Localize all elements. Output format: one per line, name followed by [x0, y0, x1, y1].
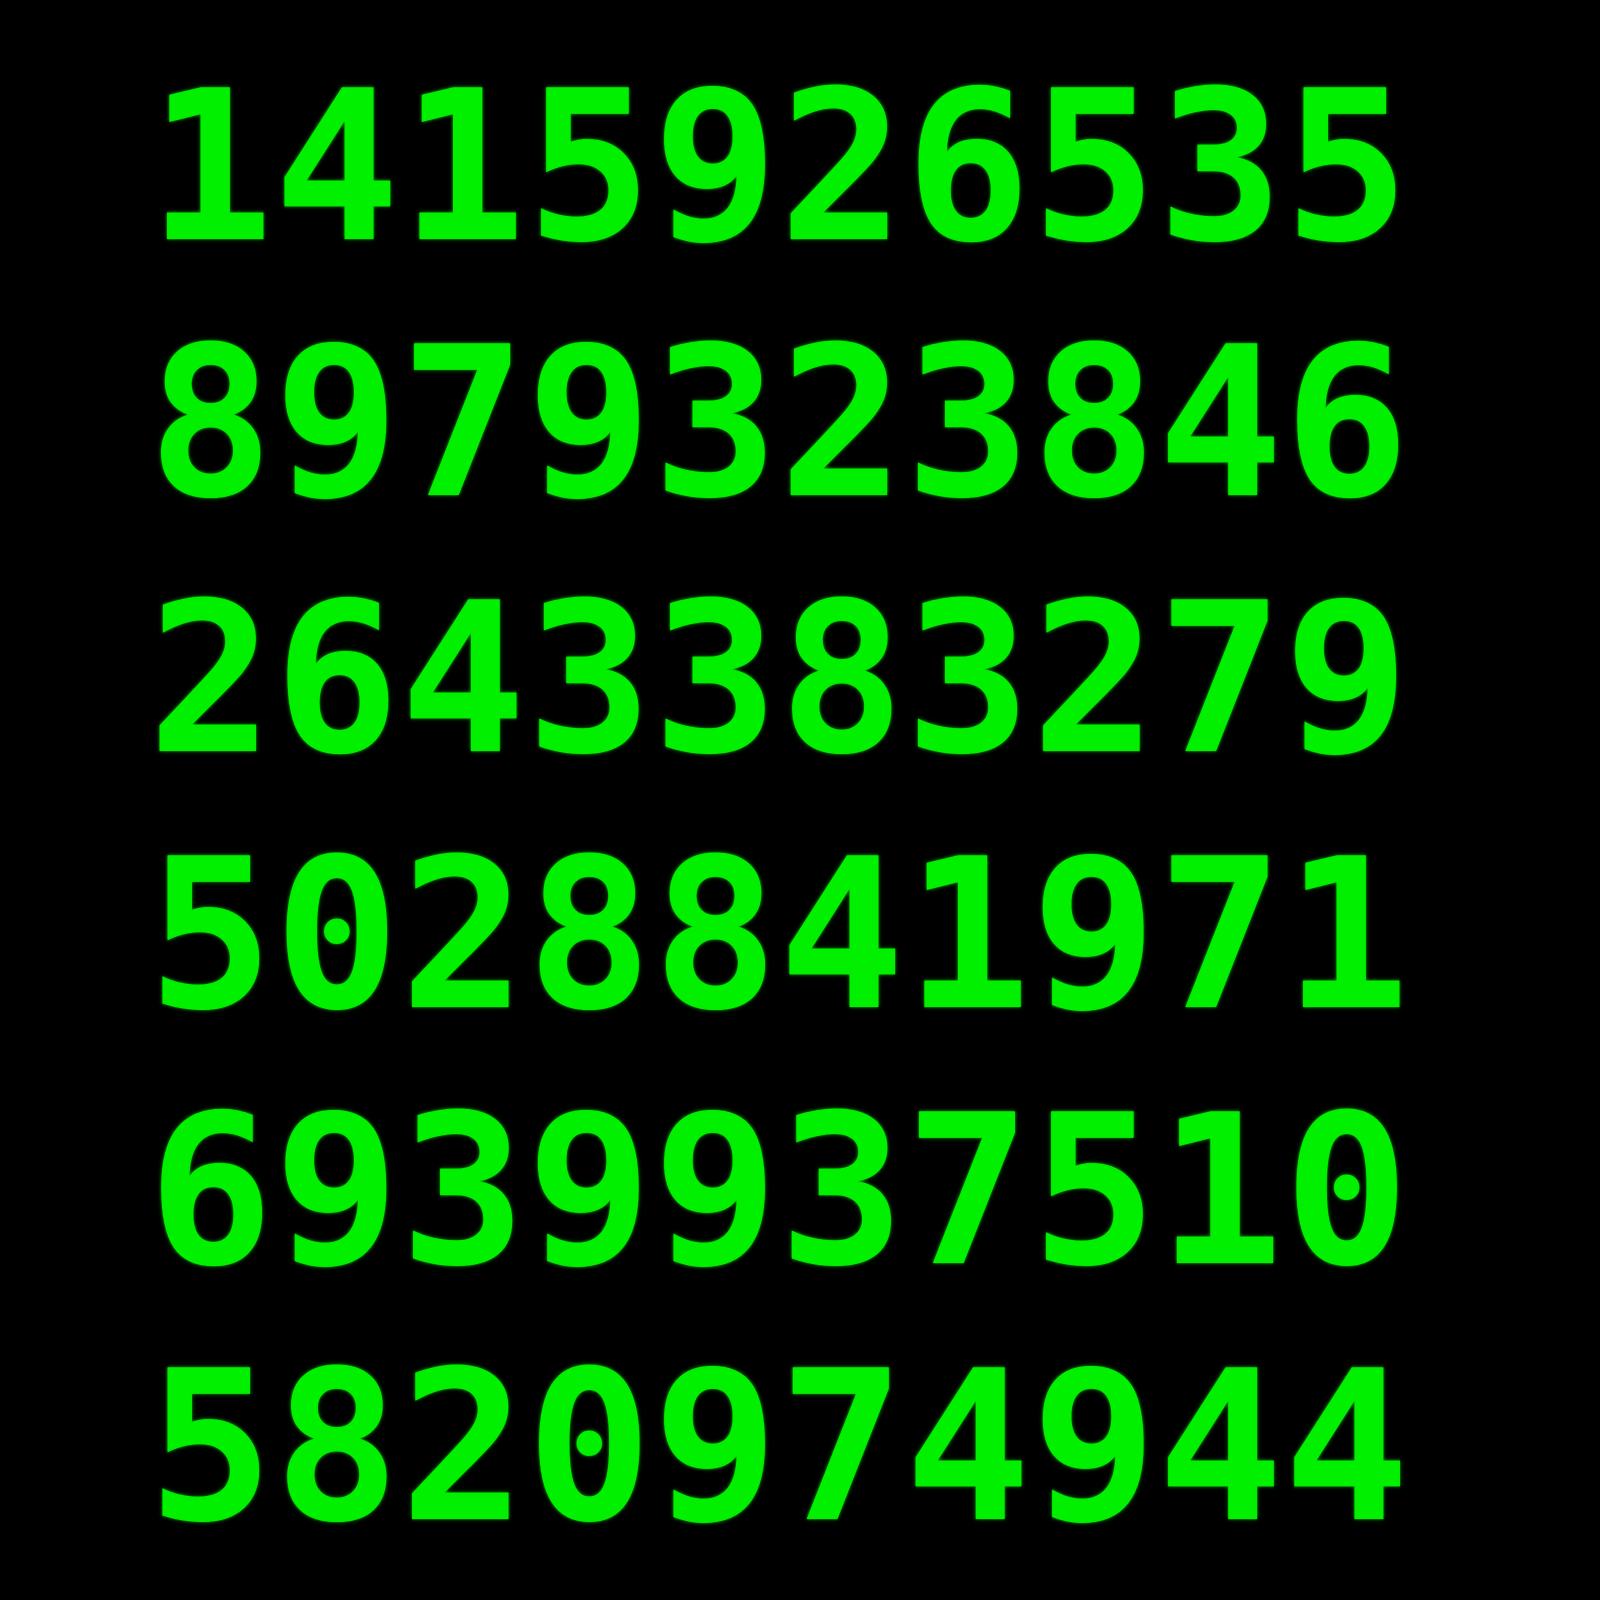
- terminal-screen: 1415926535 8979323846 2643383279 5028841…: [0, 0, 1600, 1600]
- digit-line: 2643383279: [148, 559, 1411, 801]
- digit-line: 1415926535: [148, 47, 1411, 289]
- digit-line: 6939937510: [148, 1071, 1411, 1313]
- digit-line: 8979323846: [148, 303, 1411, 545]
- digit-line: 5820974944: [148, 1327, 1411, 1569]
- digit-line: 5028841971: [148, 815, 1411, 1057]
